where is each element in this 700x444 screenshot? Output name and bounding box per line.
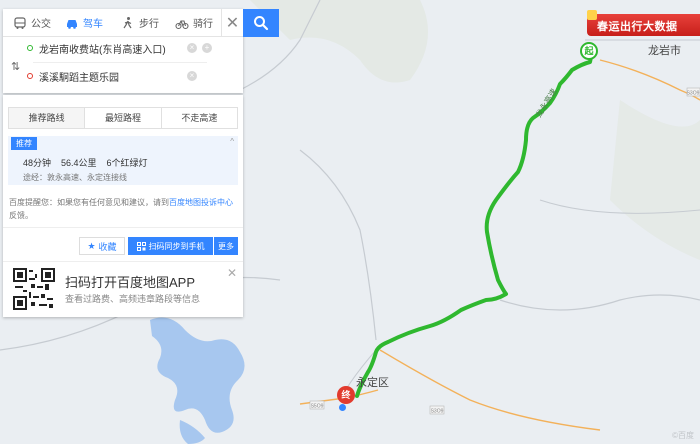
route-option-tabs: 推荐路线 最短路程 不走高速 xyxy=(8,107,238,129)
swap-icon: ⇅ xyxy=(11,61,21,73)
field-divider xyxy=(33,62,207,63)
complaint-center-link[interactable]: 百度地图投诉中心 xyxy=(169,198,233,207)
search-button[interactable] xyxy=(243,9,279,37)
map-watermark: ©百度 xyxy=(672,431,694,440)
tab-recommended[interactable]: 推荐路线 xyxy=(9,108,86,128)
promo-title: 扫码打开百度地图APP xyxy=(65,275,196,290)
road-shield-label: S5O9 xyxy=(311,404,324,410)
start-marker[interactable]: 起 xyxy=(580,42,598,60)
route-via: 途经：敦永高速、永定连接线 xyxy=(23,173,127,182)
star-icon: ★ xyxy=(87,240,96,251)
feedback-tip: 百度提醒您：如果您有任何意见和建议，请到百度地图投诉中心反馈。 xyxy=(9,196,237,222)
destination-pin-icon xyxy=(339,404,346,411)
walk-icon xyxy=(123,16,132,28)
tab-walk[interactable]: 步行 xyxy=(111,9,165,36)
close-route-panel-button[interactable]: ✕ xyxy=(221,9,243,36)
tab-bus[interactable]: 公交 xyxy=(3,9,55,36)
start-marker-label: 起 xyxy=(584,46,594,56)
close-icon: ✕ xyxy=(225,14,240,32)
tab-bike-label: 骑行 xyxy=(193,19,213,30)
bus-icon xyxy=(14,16,26,29)
banner-text: 春运出行大数据 xyxy=(597,21,678,33)
tab-car-label: 驾车 xyxy=(83,19,103,30)
origin-input[interactable]: 龙岩南收费站(东肖高速入口) xyxy=(39,41,166,56)
route-input-panel: 公交 驾车 步行 骑行 ✕ ⇅ 龙岩南收费站(东肖高速入口) × + 溪溪駉蹈主… xyxy=(3,9,243,93)
divider xyxy=(3,227,243,228)
sync-to-phone-button[interactable]: 扫码同步到手机 xyxy=(128,237,213,255)
promo-subtitle: 查看过路费、高频违章路段等信息 xyxy=(65,294,201,304)
search-icon xyxy=(254,16,269,31)
route-traffic-lights: 6个红绿灯 xyxy=(106,158,148,168)
tab-walk-label: 步行 xyxy=(139,19,159,30)
district-label: 永定区 xyxy=(356,377,389,389)
destination-dot-icon xyxy=(27,73,33,79)
origin-dot-icon xyxy=(27,45,33,51)
end-marker-label: 终 xyxy=(341,390,351,400)
spring-travel-banner[interactable]: 春运出行大数据 xyxy=(587,10,700,40)
app-promo: 扫码打开百度地图APP 查看过路费、高频违章路段等信息 ✕ xyxy=(3,261,243,317)
collapse-caret-icon[interactable]: ^ xyxy=(230,137,234,146)
travel-mode-tabs: 公交 驾车 步行 骑行 ✕ xyxy=(3,9,243,37)
tab-shortest[interactable]: 最短路程 xyxy=(85,108,162,128)
swap-stops-button[interactable]: ⇅ xyxy=(11,60,20,73)
destination-field[interactable]: 溪溪駉蹈主题乐园 × xyxy=(27,65,227,87)
city-label: 龙岩市 xyxy=(648,45,681,57)
add-waypoint-icon[interactable]: + xyxy=(202,43,212,53)
destination-input[interactable]: 溪溪駉蹈主题乐园 xyxy=(39,69,119,84)
route-card[interactable]: 推荐 ^ 48分钟 56.4公里 6个红绿灯 途经：敦永高速、永定连接线 xyxy=(8,136,238,185)
qr-code-icon xyxy=(13,268,55,310)
favorite-button[interactable]: ★ 收藏 xyxy=(79,237,125,255)
qr-scan-icon xyxy=(136,241,146,251)
route-distance: 56.4公里 xyxy=(61,158,97,168)
bike-icon xyxy=(175,19,189,29)
route-duration: 48分钟 xyxy=(23,158,52,168)
origin-field[interactable]: 龙岩南收费站(东肖高速入口) × + xyxy=(27,37,227,59)
clear-destination-icon[interactable]: × xyxy=(187,71,197,81)
clear-origin-icon[interactable]: × xyxy=(187,43,197,53)
route-result-panel: 推荐路线 最短路程 不走高速 推荐 ^ 48分钟 56.4公里 6个红绿灯 途经… xyxy=(3,95,243,317)
sync-label: 扫码同步到手机 xyxy=(148,241,205,251)
recommended-badge: 推荐 xyxy=(11,137,37,150)
road-shield-label: S3O9 xyxy=(687,91,700,97)
banner-flag-icon xyxy=(587,10,597,20)
close-promo-icon[interactable]: ✕ xyxy=(227,266,237,280)
more-button[interactable]: 更多 xyxy=(214,237,238,255)
tip-text-end: 反馈。 xyxy=(9,211,33,220)
favorite-label: 收藏 xyxy=(98,241,117,252)
tab-car[interactable]: 驾车 xyxy=(55,9,111,36)
route-stats: 48分钟 56.4公里 6个红绿灯 xyxy=(23,156,158,169)
tab-bike[interactable]: 骑行 xyxy=(165,9,221,36)
road-shield-label: S3O9 xyxy=(431,409,444,415)
tab-bus-label: 公交 xyxy=(31,19,51,30)
tip-text: 百度提醒您：如果您有任何意见和建议，请到 xyxy=(9,198,169,207)
tab-no-highway[interactable]: 不走高速 xyxy=(162,108,237,128)
car-icon xyxy=(67,19,77,29)
end-marker[interactable]: 终 xyxy=(337,386,355,404)
